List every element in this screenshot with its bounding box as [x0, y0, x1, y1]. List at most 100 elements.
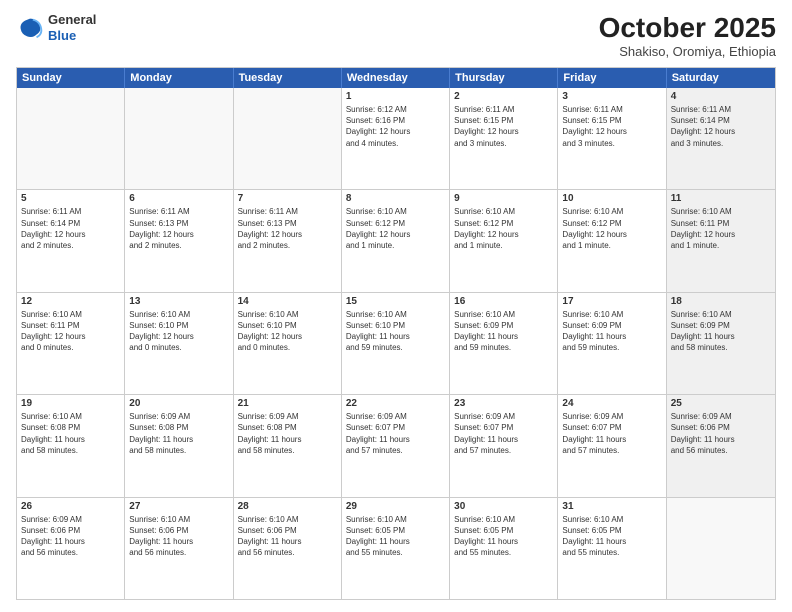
calendar-cell: 18 Sunrise: 6:10 AM Sunset: 6:09 PM Dayli… [667, 293, 775, 394]
day-info: Sunrise: 6:11 AM Sunset: 6:15 PM Dayligh… [454, 104, 553, 149]
calendar-cell: 11 Sunrise: 6:10 AM Sunset: 6:11 PM Dayli… [667, 190, 775, 291]
day-info: Sunrise: 6:10 AM Sunset: 6:06 PM Dayligh… [129, 514, 228, 559]
calendar-cell: 24 Sunrise: 6:09 AM Sunset: 6:07 PM Dayli… [558, 395, 666, 496]
day-info: Sunrise: 6:10 AM Sunset: 6:05 PM Dayligh… [346, 514, 445, 559]
day-info: Sunrise: 6:10 AM Sunset: 6:06 PM Dayligh… [238, 514, 337, 559]
day-number: 29 [346, 501, 445, 512]
day-info: Sunrise: 6:10 AM Sunset: 6:09 PM Dayligh… [671, 309, 771, 354]
calendar-cell: 12Sunrise: 6:10 AM Sunset: 6:11 PM Dayli… [17, 293, 125, 394]
day-info: Sunrise: 6:09 AM Sunset: 6:06 PM Dayligh… [671, 411, 771, 456]
page-header: General Blue October 2025 Shakiso, Oromi… [16, 12, 776, 59]
day-number: 30 [454, 501, 553, 512]
day-info: Sunrise: 6:10 AM Sunset: 6:10 PM Dayligh… [129, 309, 228, 354]
day-info: Sunrise: 6:09 AM Sunset: 6:08 PM Dayligh… [129, 411, 228, 456]
day-number: 11 [671, 193, 771, 204]
day-info: Sunrise: 6:10 AM Sunset: 6:08 PM Dayligh… [21, 411, 120, 456]
calendar-cell: 17Sunrise: 6:10 AM Sunset: 6:09 PM Dayli… [558, 293, 666, 394]
calendar-cell: 6 Sunrise: 6:11 AM Sunset: 6:13 PM Daylig… [125, 190, 233, 291]
day-number: 7 [238, 193, 337, 204]
day-info: Sunrise: 6:11 AM Sunset: 6:13 PM Dayligh… [238, 206, 337, 251]
day-number: 8 [346, 193, 445, 204]
day-info: Sunrise: 6:11 AM Sunset: 6:15 PM Dayligh… [562, 104, 661, 149]
calendar-cell: 29 Sunrise: 6:10 AM Sunset: 6:05 PM Dayli… [342, 498, 450, 599]
title-block: October 2025 Shakiso, Oromiya, Ethiopia [599, 12, 776, 59]
calendar-body: 1 Sunrise: 6:12 AM Sunset: 6:16 PM Daylig… [17, 88, 775, 599]
calendar-cell: 8 Sunrise: 6:10 AM Sunset: 6:12 PM Daylig… [342, 190, 450, 291]
calendar-cell: 15Sunrise: 6:10 AM Sunset: 6:10 PM Dayli… [342, 293, 450, 394]
day-number: 17 [562, 296, 661, 307]
day-number: 18 [671, 296, 771, 307]
day-info: Sunrise: 6:10 AM Sunset: 6:12 PM Dayligh… [346, 206, 445, 251]
location: Shakiso, Oromiya, Ethiopia [599, 44, 776, 59]
day-number: 15 [346, 296, 445, 307]
day-info: Sunrise: 6:10 AM Sunset: 6:05 PM Dayligh… [454, 514, 553, 559]
day-info: Sunrise: 6:09 AM Sunset: 6:06 PM Dayligh… [21, 514, 120, 559]
day-info: Sunrise: 6:10 AM Sunset: 6:09 PM Dayligh… [454, 309, 553, 354]
day-info: Sunrise: 6:11 AM Sunset: 6:14 PM Dayligh… [21, 206, 120, 251]
calendar-cell: 25Sunrise: 6:09 AM Sunset: 6:06 PM Dayli… [667, 395, 775, 496]
day-info: Sunrise: 6:10 AM Sunset: 6:12 PM Dayligh… [454, 206, 553, 251]
day-info: Sunrise: 6:09 AM Sunset: 6:07 PM Dayligh… [562, 411, 661, 456]
calendar-cell: 10 Sunrise: 6:10 AM Sunset: 6:12 PM Dayli… [558, 190, 666, 291]
calendar-cell: 14Sunrise: 6:10 AM Sunset: 6:10 PM Dayli… [234, 293, 342, 394]
day-info: Sunrise: 6:12 AM Sunset: 6:16 PM Dayligh… [346, 104, 445, 149]
calendar-cell: 9 Sunrise: 6:10 AM Sunset: 6:12 PM Daylig… [450, 190, 558, 291]
day-number: 4 [671, 91, 771, 102]
day-number: 22 [346, 398, 445, 409]
day-info: Sunrise: 6:10 AM Sunset: 6:11 PM Dayligh… [21, 309, 120, 354]
day-info: Sunrise: 6:11 AM Sunset: 6:13 PM Dayligh… [129, 206, 228, 251]
calendar-row: 26 Sunrise: 6:09 AM Sunset: 6:06 PM Dayli… [17, 498, 775, 599]
day-number: 16 [454, 296, 553, 307]
calendar-cell: 28 Sunrise: 6:10 AM Sunset: 6:06 PM Dayli… [234, 498, 342, 599]
day-number: 28 [238, 501, 337, 512]
day-number: 6 [129, 193, 228, 204]
logo: General Blue [16, 12, 96, 43]
calendar-cell: 27Sunrise: 6:10 AM Sunset: 6:06 PM Dayli… [125, 498, 233, 599]
calendar-row: 19 Sunrise: 6:10 AM Sunset: 6:08 PM Dayli… [17, 395, 775, 497]
day-number: 3 [562, 91, 661, 102]
day-number: 31 [562, 501, 661, 512]
calendar-cell: 21Sunrise: 6:09 AM Sunset: 6:08 PM Dayli… [234, 395, 342, 496]
weekday-header: Sunday [17, 68, 125, 88]
day-number: 20 [129, 398, 228, 409]
day-number: 24 [562, 398, 661, 409]
calendar-cell [17, 88, 125, 189]
calendar-cell: 31Sunrise: 6:10 AM Sunset: 6:05 PM Dayli… [558, 498, 666, 599]
month-title: October 2025 [599, 12, 776, 44]
logo-icon [16, 14, 44, 42]
day-info: Sunrise: 6:11 AM Sunset: 6:14 PM Dayligh… [671, 104, 771, 149]
logo-text: General Blue [48, 12, 96, 43]
day-info: Sunrise: 6:09 AM Sunset: 6:07 PM Dayligh… [454, 411, 553, 456]
calendar-cell [234, 88, 342, 189]
calendar: SundayMondayTuesdayWednesdayThursdayFrid… [16, 67, 776, 600]
calendar-cell: 1 Sunrise: 6:12 AM Sunset: 6:16 PM Daylig… [342, 88, 450, 189]
calendar-cell: 2 Sunrise: 6:11 AM Sunset: 6:15 PM Daylig… [450, 88, 558, 189]
day-info: Sunrise: 6:10 AM Sunset: 6:11 PM Dayligh… [671, 206, 771, 251]
weekday-header: Saturday [667, 68, 775, 88]
calendar-cell: 13Sunrise: 6:10 AM Sunset: 6:10 PM Dayli… [125, 293, 233, 394]
calendar-row: 12Sunrise: 6:10 AM Sunset: 6:11 PM Dayli… [17, 293, 775, 395]
day-number: 19 [21, 398, 120, 409]
calendar-cell: 23 Sunrise: 6:09 AM Sunset: 6:07 PM Dayli… [450, 395, 558, 496]
day-number: 23 [454, 398, 553, 409]
weekday-header: Tuesday [234, 68, 342, 88]
day-number: 21 [238, 398, 337, 409]
day-number: 2 [454, 91, 553, 102]
day-number: 10 [562, 193, 661, 204]
day-number: 26 [21, 501, 120, 512]
calendar-cell: 26 Sunrise: 6:09 AM Sunset: 6:06 PM Dayli… [17, 498, 125, 599]
day-info: Sunrise: 6:10 AM Sunset: 6:12 PM Dayligh… [562, 206, 661, 251]
weekday-header: Friday [558, 68, 666, 88]
day-number: 5 [21, 193, 120, 204]
calendar-cell: 7 Sunrise: 6:11 AM Sunset: 6:13 PM Daylig… [234, 190, 342, 291]
weekday-header: Thursday [450, 68, 558, 88]
calendar-cell: 16 Sunrise: 6:10 AM Sunset: 6:09 PM Dayli… [450, 293, 558, 394]
calendar-cell [125, 88, 233, 189]
weekday-header: Wednesday [342, 68, 450, 88]
day-number: 1 [346, 91, 445, 102]
calendar-cell: 20 Sunrise: 6:09 AM Sunset: 6:08 PM Dayli… [125, 395, 233, 496]
day-number: 9 [454, 193, 553, 204]
weekday-header: Monday [125, 68, 233, 88]
calendar-header: SundayMondayTuesdayWednesdayThursdayFrid… [17, 68, 775, 88]
calendar-cell: 5 Sunrise: 6:11 AM Sunset: 6:14 PM Daylig… [17, 190, 125, 291]
